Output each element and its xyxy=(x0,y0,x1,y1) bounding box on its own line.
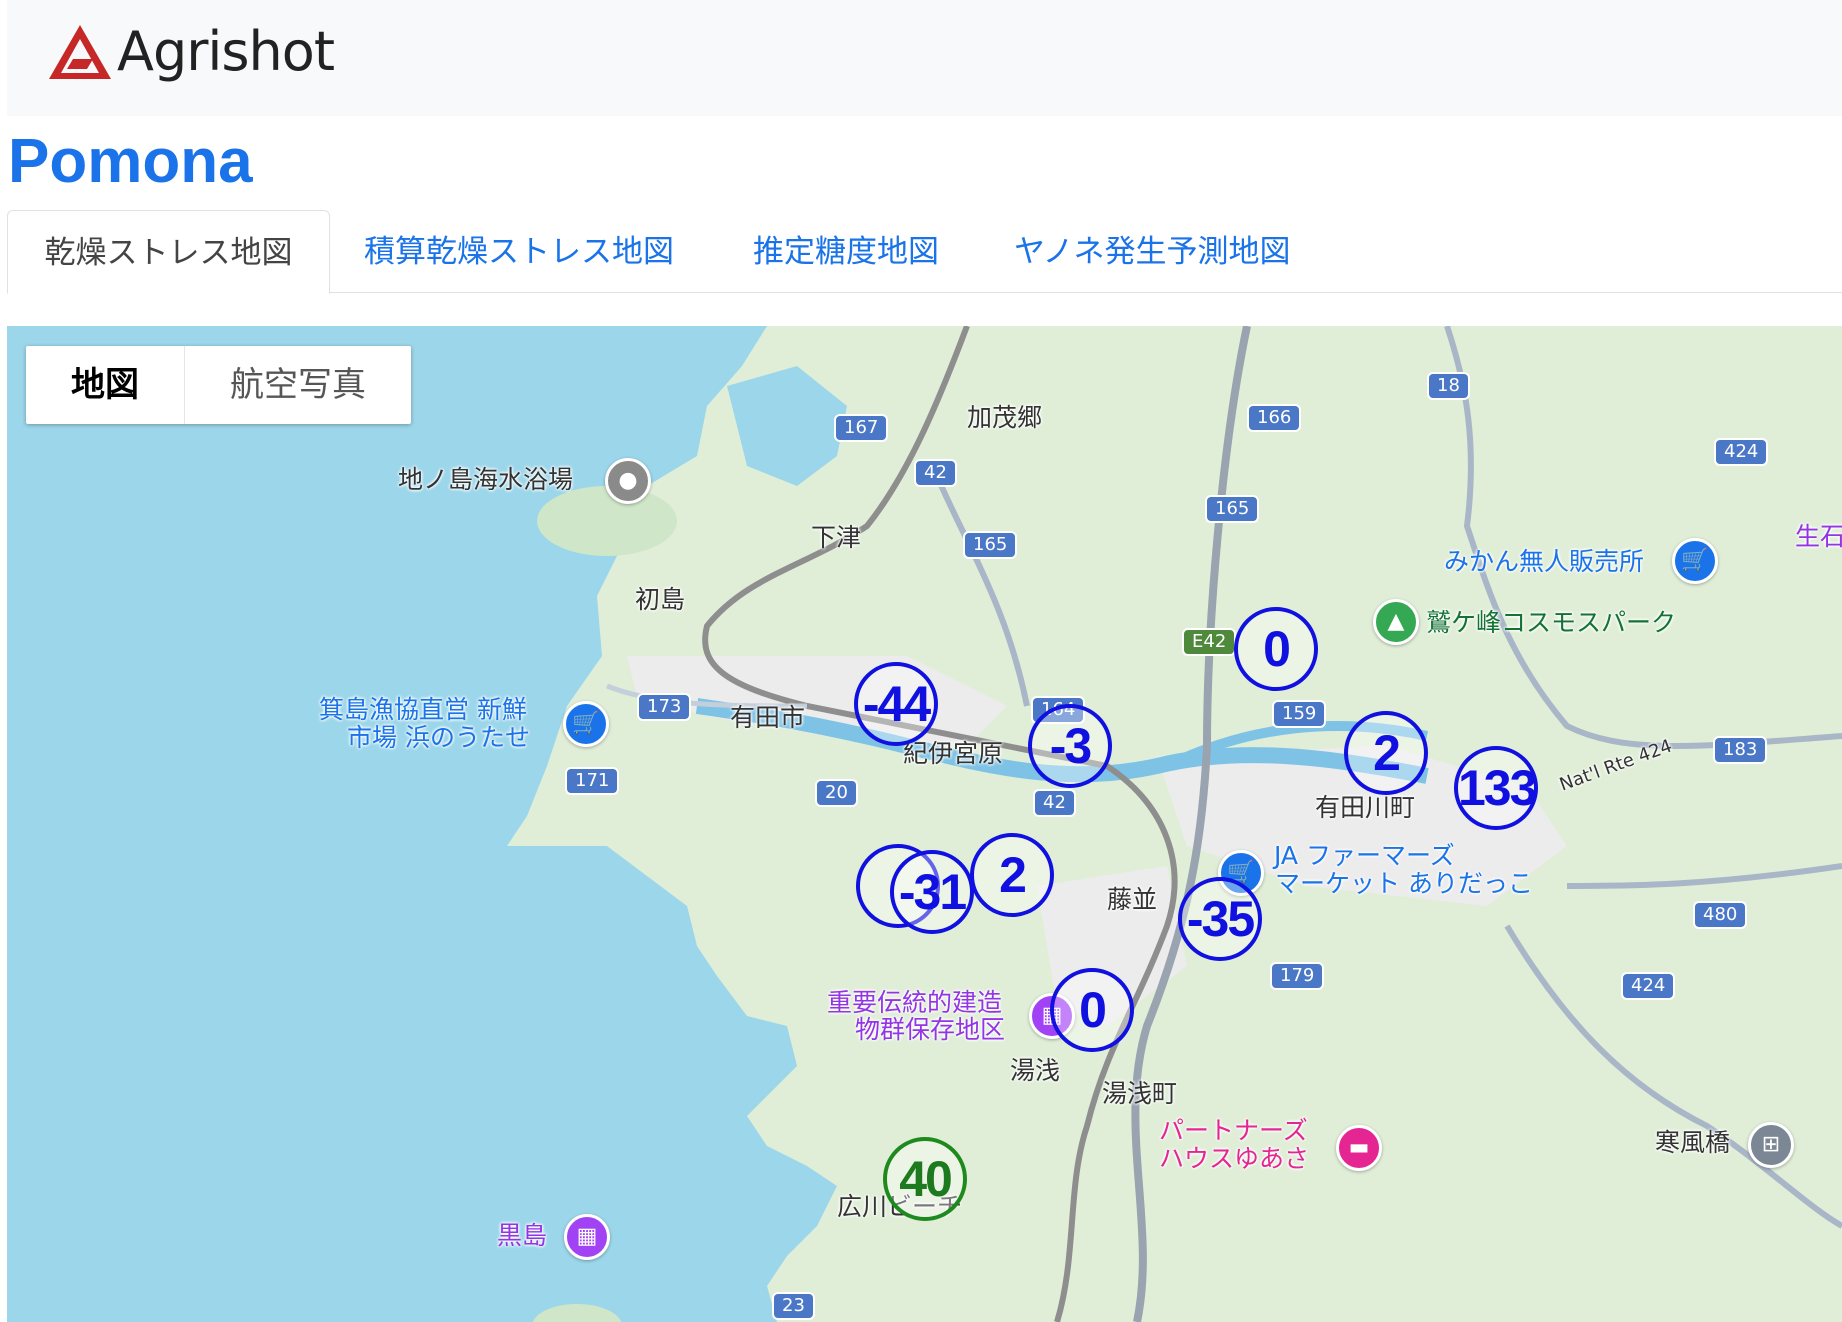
stress-marker[interactable]: -44 xyxy=(854,662,938,746)
hotel-icon[interactable]: ▬ xyxy=(1336,1125,1382,1171)
tab-drought-stress-map[interactable]: 乾燥ストレス地図 xyxy=(7,210,330,294)
stress-marker[interactable]: 2 xyxy=(1344,711,1428,795)
place-label: 生石 xyxy=(1795,522,1842,551)
map-canvas[interactable]: 地図 航空写真 167 42 166 18 424 165 165 E42 17… xyxy=(7,326,1842,1322)
shopping-cart-icon[interactable]: 🛒 xyxy=(563,701,609,747)
road-shield: 166 xyxy=(1247,404,1302,432)
road-shield: 424 xyxy=(1714,438,1769,466)
tab-estimated-sugar-map[interactable]: 推定糖度地図 xyxy=(753,210,939,292)
road-shield: 167 xyxy=(834,414,889,442)
stress-marker[interactable]: 40 xyxy=(883,1137,967,1221)
road-shield: 20 xyxy=(815,779,858,807)
map-type-control: 地図 航空写真 xyxy=(26,346,411,424)
place-label: 有田市 xyxy=(730,703,806,732)
road-shield: 165 xyxy=(1205,495,1260,523)
brand-logo[interactable]: Agrishot xyxy=(47,20,335,83)
place-label: みかん無人販売所 xyxy=(1444,547,1645,576)
agrishot-logo-icon xyxy=(49,24,111,79)
place-label: 湯浅 xyxy=(1010,1056,1061,1085)
road-shield: 165 xyxy=(963,531,1018,559)
pin-icon[interactable]: ● xyxy=(605,458,651,504)
road-shield: 179 xyxy=(1270,962,1325,990)
page-title: Pomona xyxy=(8,127,253,196)
place-label: 初島 xyxy=(635,585,686,614)
place-label: 有田川町 xyxy=(1315,793,1416,822)
place-label: 鷲ケ峰コスモスパーク xyxy=(1426,608,1677,637)
road-shield: 18 xyxy=(1427,372,1470,400)
stress-marker[interactable]: -31 xyxy=(890,850,974,934)
bridge-icon[interactable]: ⊞ xyxy=(1748,1122,1794,1168)
stress-marker[interactable]: 0 xyxy=(1050,968,1134,1052)
road-shield: 183 xyxy=(1713,736,1768,764)
navbar: Agrishot xyxy=(7,0,1842,116)
road-shield: 159 xyxy=(1272,700,1327,728)
road-shield: 42 xyxy=(914,459,957,487)
road-shield: E42 xyxy=(1182,628,1237,656)
brand-name: Agrishot xyxy=(117,20,335,83)
stress-marker[interactable]: 133 xyxy=(1454,746,1538,830)
tab-yanone-forecast-map[interactable]: ヤノネ発生予測地図 xyxy=(1014,210,1291,292)
stress-marker[interactable]: 2 xyxy=(970,833,1054,917)
tree-icon[interactable]: ▲ xyxy=(1373,599,1419,645)
place-label: 箕島漁協直営 新鮮 xyxy=(319,695,527,724)
place-label: 市場 浜のうたせ xyxy=(347,723,530,752)
place-label: 重要伝統的建造 xyxy=(827,988,1003,1017)
place-label: 湯浅町 xyxy=(1102,1079,1178,1108)
landmark-icon[interactable]: ▦ xyxy=(564,1214,610,1260)
place-label: パートナーズ xyxy=(1159,1116,1308,1145)
road-shield: 42 xyxy=(1033,789,1076,817)
road-shield: 171 xyxy=(565,767,620,795)
place-label: 紀伊宮原 xyxy=(903,739,1004,768)
place-label: 黒島 xyxy=(497,1221,548,1250)
place-label: ハウスゆあさ xyxy=(1159,1144,1310,1173)
place-label: マーケット ありだっこ xyxy=(1275,869,1533,898)
place-label: JA ファーマーズ xyxy=(1274,841,1455,870)
road-shield: 173 xyxy=(637,693,692,721)
tab-cumulative-drought-stress-map[interactable]: 積算乾燥ストレス地図 xyxy=(364,210,674,292)
place-label: 寒風橋 xyxy=(1655,1128,1731,1157)
place-label: 藤並 xyxy=(1107,885,1158,914)
tab-bar: 乾燥ストレス地図 積算乾燥ストレス地図 推定糖度地図 ヤノネ発生予測地図 xyxy=(7,210,1842,294)
place-label: 物群保存地区 xyxy=(855,1015,1006,1044)
place-label: 地ノ島海水浴場 xyxy=(398,465,574,494)
road-shield: 480 xyxy=(1693,901,1748,929)
map-type-map-button[interactable]: 地図 xyxy=(26,346,185,424)
map-type-satellite-button[interactable]: 航空写真 xyxy=(185,346,411,424)
place-label: 下津 xyxy=(811,523,862,552)
shopping-cart-icon[interactable]: 🛒 xyxy=(1672,538,1718,584)
stress-marker[interactable]: -3 xyxy=(1028,704,1112,788)
place-label: 加茂郷 xyxy=(967,403,1043,432)
road-shield: 424 xyxy=(1621,972,1676,1000)
stress-marker[interactable]: 0 xyxy=(1234,607,1318,691)
stress-marker[interactable]: -35 xyxy=(1178,877,1262,961)
road-shield: 23 xyxy=(772,1292,815,1320)
